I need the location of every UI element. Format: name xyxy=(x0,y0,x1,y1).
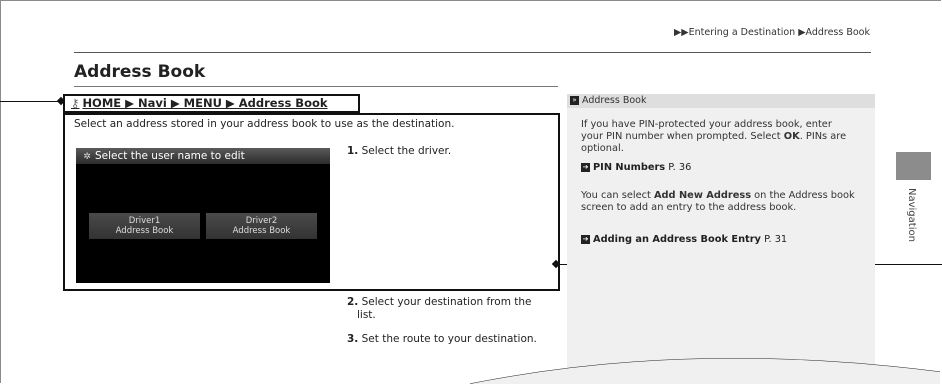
decorative-arc xyxy=(469,358,941,384)
arc-fill xyxy=(470,358,940,384)
